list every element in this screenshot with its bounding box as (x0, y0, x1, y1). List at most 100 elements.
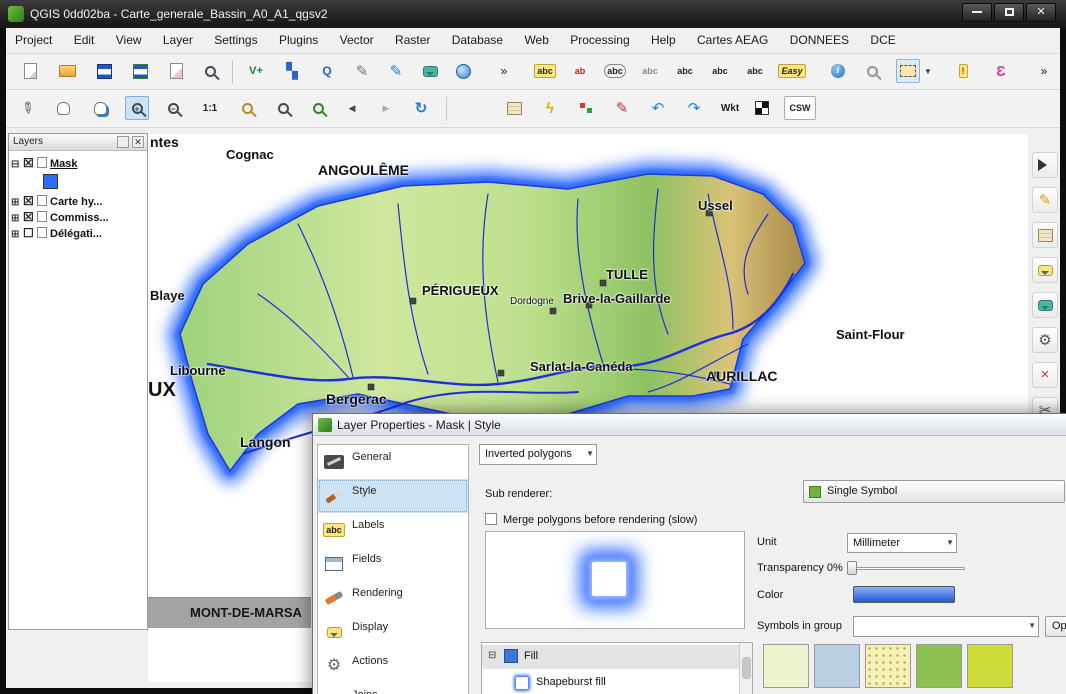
style-swatch-2[interactable] (814, 644, 860, 688)
new-raster-layer-button[interactable]: ▚ (280, 59, 304, 83)
tab-style[interactable]: Style (318, 479, 468, 513)
layer-row-delegati[interactable]: ⊞☐Délégati... (11, 226, 102, 242)
save-project-as-button[interactable] (128, 59, 152, 83)
slider-handle[interactable] (847, 561, 857, 575)
tree-open-icon[interactable]: ⊟ (488, 650, 496, 661)
minimize-button[interactable] (962, 3, 992, 22)
layer-label[interactable]: Carte hy... (50, 196, 102, 208)
unit-select[interactable]: Millimeter ▼ (847, 533, 957, 553)
zoom-next-button[interactable]: ▶ (374, 96, 398, 120)
label-change-button[interactable]: abc (743, 59, 767, 83)
scrollbar-thumb[interactable] (742, 657, 751, 679)
new-project-button[interactable] (18, 59, 42, 83)
tab-rendering[interactable]: Rendering (318, 581, 468, 615)
composer-manager-button[interactable] (198, 59, 222, 83)
tab-labels[interactable]: abcLabels (318, 513, 468, 547)
select-features-button[interactable] (896, 59, 920, 83)
mask-symbol-swatch[interactable] (43, 174, 58, 189)
crosshair-tool-button[interactable]: ⚙ (1032, 327, 1058, 353)
menu-layer[interactable]: Layer (154, 28, 202, 54)
add-delimited-text-button[interactable]: ✎ (384, 59, 408, 83)
new-vector-layer-button[interactable]: V+ (244, 59, 268, 83)
label-settings-button[interactable]: abc (533, 59, 557, 83)
style-swatch-4[interactable] (916, 644, 962, 688)
field-calculator-button[interactable]: ϟ (538, 96, 562, 120)
style-swatch-3[interactable] (865, 644, 911, 688)
attributes-toolbar-overflow-button[interactable]: » (1036, 59, 1052, 83)
easy-print-button[interactable]: Easy (778, 59, 806, 83)
tree-row-fill[interactable]: ⊟ Fill (482, 645, 739, 669)
form-annotation-button[interactable] (1032, 222, 1058, 248)
style-swatch-5[interactable] (967, 644, 1013, 688)
layer-checkbox[interactable]: ☐ (23, 226, 37, 240)
touch-zoom-button[interactable]: ✎ (15, 96, 39, 120)
menu-vector[interactable]: Vector (331, 28, 383, 54)
label-show-hide-button[interactable]: abc (638, 59, 662, 83)
zoom-to-layer-button[interactable] (271, 96, 295, 120)
menu-edit[interactable]: Edit (65, 28, 104, 54)
menu-raster[interactable]: Raster (386, 28, 439, 54)
layer-checkbox[interactable]: ☒ (23, 156, 37, 170)
tab-display[interactable]: Display (318, 615, 468, 649)
menu-donnees[interactable]: DONNEES (781, 28, 858, 54)
tab-joins[interactable]: Joins (318, 683, 468, 694)
log-messages-button[interactable]: ! (951, 59, 975, 83)
layer-row-commiss[interactable]: ⊞☒ Commiss... (11, 210, 109, 226)
tree-open-icon[interactable]: ⊟ (11, 159, 23, 170)
zoom-full-button[interactable] (235, 96, 259, 120)
close-button[interactable]: ✕ (1026, 3, 1056, 22)
text-annotation-button[interactable]: ✎ (1032, 187, 1058, 213)
zoom-out-button[interactable]: − (161, 96, 185, 120)
close-panel-button[interactable]: ✕ (132, 136, 144, 148)
tree-closed-icon[interactable]: ⊞ (11, 197, 23, 208)
zoom-last-button[interactable]: ◀ (340, 96, 364, 120)
refresh-map-button[interactable]: ↻ (409, 96, 433, 120)
layer-row-mask[interactable]: ⊟☒ Mask (11, 156, 78, 172)
add-wms-layer-button[interactable] (418, 59, 442, 83)
renderer-type-select[interactable]: Inverted polygons ▼ (479, 444, 597, 465)
html-annotation-button[interactable] (1032, 257, 1058, 283)
label-pin-button[interactable]: ab (568, 59, 592, 83)
new-composer-button[interactable] (164, 59, 188, 83)
single-symbol-button[interactable]: Single Symbol (803, 480, 1065, 503)
open-library-button[interactable]: Ope (1045, 616, 1066, 637)
add-shapefile-button[interactable]: ✎ (350, 59, 374, 83)
label-move-button[interactable]: abc (673, 59, 697, 83)
maximize-button[interactable] (994, 3, 1024, 22)
layer-label[interactable]: Commiss... (50, 212, 109, 224)
layer-row-carte[interactable]: ⊞☒Carte hy... (11, 194, 102, 210)
menu-project[interactable]: Project (6, 28, 61, 54)
layer-toolbar-overflow-button[interactable]: » (496, 59, 512, 83)
save-project-button[interactable] (92, 59, 116, 83)
menu-web[interactable]: Web (515, 28, 557, 54)
redo-button[interactable]: ↷ (682, 96, 706, 120)
open-project-button[interactable] (55, 59, 79, 83)
statistics-button[interactable]: Ɛ (989, 59, 1013, 83)
menu-database[interactable]: Database (443, 28, 512, 54)
raster-calculator-button[interactable] (574, 96, 598, 120)
menu-help[interactable]: Help (642, 28, 685, 54)
select-features-dropdown[interactable]: ▼ (921, 59, 935, 83)
tree-closed-icon[interactable]: ⊞ (11, 213, 23, 224)
transparency-slider[interactable] (847, 560, 965, 576)
title-bar[interactable]: QGIS 0dd02ba - Carte_generale_Bassin_A0_… (0, 0, 1066, 28)
zoom-native-button[interactable]: 1:1 (198, 96, 222, 120)
menu-processing[interactable]: Processing (561, 28, 638, 54)
menu-view[interactable]: View (107, 28, 151, 54)
menu-plugins[interactable]: Plugins (270, 28, 327, 54)
style-brush-button[interactable]: ✎ (610, 96, 634, 120)
tree-row-shapeburst[interactable]: Shapeburst fill (482, 671, 739, 694)
color-button[interactable] (853, 586, 955, 603)
layer-label[interactable]: Mask (50, 158, 78, 170)
merge-polygons-checkbox[interactable]: Merge polygons before rendering (slow) (485, 513, 697, 526)
tree-scrollbar[interactable] (739, 643, 752, 694)
wkt-tool-button[interactable]: Wkt (718, 96, 742, 120)
zoom-search-button[interactable] (860, 59, 884, 83)
annotation-select-button[interactable] (1032, 152, 1058, 178)
zoom-in-button[interactable]: + (125, 96, 149, 120)
tab-fields[interactable]: Fields (318, 547, 468, 581)
svg-annotation-button[interactable] (1032, 292, 1058, 318)
layer-checkbox[interactable]: ☒ (23, 210, 37, 224)
zoom-to-selection-button[interactable] (306, 96, 330, 120)
style-swatch-1[interactable] (763, 644, 809, 688)
